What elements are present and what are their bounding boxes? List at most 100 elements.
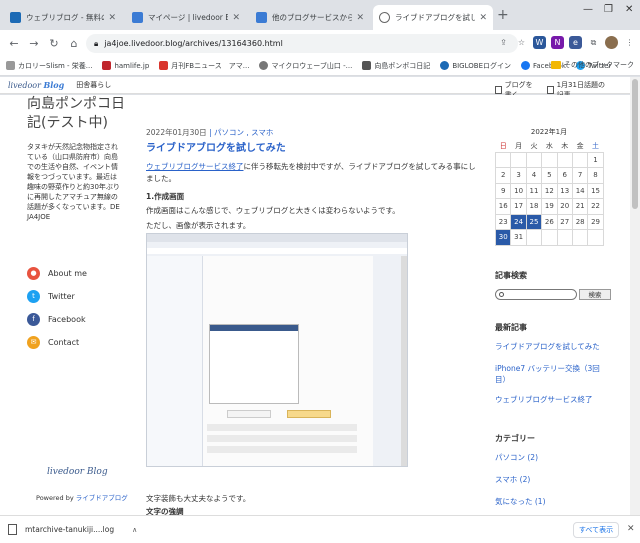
search-input[interactable] — [495, 289, 577, 300]
other-bookmarks-label: その他のブックマーク — [564, 61, 634, 69]
draft-button-shape — [287, 410, 331, 418]
page-scrollbar[interactable] — [630, 77, 640, 515]
home-icon[interactable]: ⌂ — [64, 37, 84, 50]
extension-icon[interactable]: e — [569, 36, 582, 49]
blog-title[interactable]: 向島ポンポコ日記(テスト中) — [27, 95, 137, 133]
powered-link[interactable]: ライブドアブログ — [76, 494, 128, 502]
close-tab-icon[interactable]: ✕ — [356, 13, 364, 23]
calendar-day-linked[interactable]: 30 — [494, 229, 512, 246]
new-tab-icon[interactable]: + — [497, 7, 509, 23]
post-heading-1: 1.作成画面 — [146, 192, 185, 201]
puzzle-icon[interactable]: ⧉ — [587, 36, 600, 49]
bookmark-item[interactable]: hamlife.jp — [102, 61, 149, 70]
tab-migration[interactable]: 他のブログサービスからのお引越し ✕ — [250, 5, 370, 30]
bookmark-label: マイクロウェーブ山口 -... — [271, 61, 353, 70]
calendar-day: 31 — [510, 229, 527, 246]
bookmark-favicon-icon — [6, 61, 15, 70]
bookmark-item[interactable]: BIGLOBEログイン — [440, 61, 511, 71]
scrollbar-thumb[interactable] — [632, 79, 638, 209]
recent-post-link[interactable]: ライブドアブログを試してみた — [495, 341, 600, 352]
reload-icon[interactable]: ↻ — [44, 37, 64, 50]
screenshot-bookmarks — [147, 248, 407, 254]
twitter-link[interactable]: t Twitter — [27, 285, 87, 308]
bookmark-label: hamlife.jp — [114, 61, 150, 70]
post-screenshot-image[interactable] — [146, 233, 408, 467]
tab-current-post[interactable]: ライブドアブログを試してみた：向島 ✕ — [373, 5, 493, 30]
recent-section-title: 最新記事 — [495, 323, 527, 332]
weekday: 日 — [499, 141, 507, 150]
menu-icon[interactable]: ⋮ — [623, 36, 636, 49]
bookmark-item[interactable]: 向島ポンポコ日記 — [362, 61, 430, 71]
social-label: About me — [48, 269, 87, 278]
twitter-icon: t — [27, 290, 40, 303]
livedoor-blog-logo[interactable]: livedoor Blog — [47, 467, 108, 477]
recent-post-link[interactable]: iPhone7 バッテリー交換（3回目） — [495, 363, 605, 385]
category-link[interactable]: パソコン (2) — [495, 452, 538, 463]
calendar-day — [525, 229, 543, 246]
category-link[interactable]: 気になった (1) — [495, 496, 546, 507]
bookmark-item[interactable]: 月刊FBニュース アマ... — [159, 61, 249, 71]
calendar-day: 29 — [587, 213, 604, 230]
calendar-day-linked[interactable]: 25 — [525, 213, 543, 230]
calendar-day: 13 — [556, 182, 573, 199]
search-button[interactable]: 検索 — [579, 289, 611, 300]
embedded-header — [210, 325, 298, 331]
close-tab-icon[interactable]: ✕ — [232, 13, 240, 23]
close-tab-icon[interactable]: ✕ — [479, 13, 487, 23]
livedoor-logo[interactable]: livedoor Blog — [8, 80, 64, 90]
minimize-icon[interactable]: — — [583, 4, 593, 15]
onenote-extension-icon[interactable]: N — [551, 36, 564, 49]
calendar-day: 15 — [587, 182, 604, 199]
bookmark-favicon-icon — [362, 61, 372, 70]
recent-post-link[interactable]: ウェブリブログサービス終了 — [495, 394, 593, 405]
maximize-icon[interactable]: ❐ — [604, 4, 613, 15]
tab-webryblog[interactable]: ウェブリブログ - 無料のブログ(blog) ✕ — [4, 5, 122, 30]
bookmark-item[interactable]: マイクロウェーブ山口 -... — [259, 61, 352, 71]
share-icon[interactable]: ⇪ — [497, 36, 510, 49]
weekday: 木 — [561, 141, 569, 150]
tab-livedoor-mypage[interactable]: マイページ | livedoor Blog ✕ — [126, 5, 246, 30]
category-section-title: カテゴリー — [495, 434, 535, 443]
person-icon: ● — [27, 267, 40, 280]
profile-avatar-icon[interactable] — [605, 36, 618, 49]
facebook-link[interactable]: f Facebook — [27, 308, 87, 331]
close-window-icon[interactable]: ✕ — [625, 4, 633, 15]
back-icon[interactable]: ← — [4, 37, 24, 50]
about-me-link[interactable]: ● About me — [27, 262, 87, 285]
weekday: 火 — [530, 141, 538, 150]
forward-icon[interactable]: → — [24, 37, 44, 50]
calendar-day: 26 — [541, 213, 558, 230]
url-text: ja4joe.livedoor.blog/archives/13164360.h… — [104, 39, 283, 48]
logo-text-blog: Blog — [43, 80, 65, 90]
calendar-day-linked[interactable]: 24 — [510, 213, 527, 230]
calendar-day: 27 — [556, 213, 573, 230]
social-links: ● About me t Twitter f Facebook ✉ Contact — [27, 262, 87, 354]
folder-icon — [551, 61, 561, 69]
search-form: 検索 — [495, 289, 611, 300]
livedoor-header-bar: livedoor Blog 田舎暮らし ブログを書く 1月31日話題の記事 — [0, 77, 630, 99]
category-link[interactable]: スマホ (2) — [495, 474, 530, 485]
calendar-day: 11 — [525, 182, 543, 199]
form-line — [207, 424, 357, 431]
bookmark-label: 月刊FBニュース アマ... — [171, 61, 250, 70]
weekday: 月 — [515, 141, 523, 150]
search-icon — [499, 292, 504, 297]
contact-link[interactable]: ✉ Contact — [27, 331, 87, 354]
show-all-downloads-button[interactable]: すべて表示 — [573, 522, 619, 538]
calendar-day — [541, 229, 558, 246]
post-categories[interactable]: | パソコン , スマホ — [209, 128, 273, 137]
chevron-up-icon[interactable]: ∧ — [132, 526, 137, 534]
other-bookmarks[interactable]: その他のブックマーク — [551, 60, 634, 70]
webryblog-end-link[interactable]: ウェブリブログサービス終了 — [146, 162, 244, 171]
star-icon[interactable]: ☆ — [515, 36, 528, 49]
post-title[interactable]: ライブドアブログを試してみた — [146, 139, 286, 154]
close-tab-icon[interactable]: ✕ — [108, 13, 116, 23]
close-download-bar-icon[interactable]: ✕ — [627, 524, 635, 534]
download-item[interactable]: mtarchive-tanukiji....log ∧ — [8, 524, 137, 535]
screenshot-form — [207, 424, 387, 464]
word-extension-icon[interactable]: W — [533, 36, 546, 49]
bookmark-item[interactable]: カロリーSlism - 栄養... — [6, 61, 92, 71]
user-name[interactable]: 田舎暮らし — [76, 80, 111, 90]
calendar-day — [556, 229, 573, 246]
address-bar[interactable]: 🔒︎ ja4joe.livedoor.blog/archives/1316436… — [86, 34, 518, 53]
